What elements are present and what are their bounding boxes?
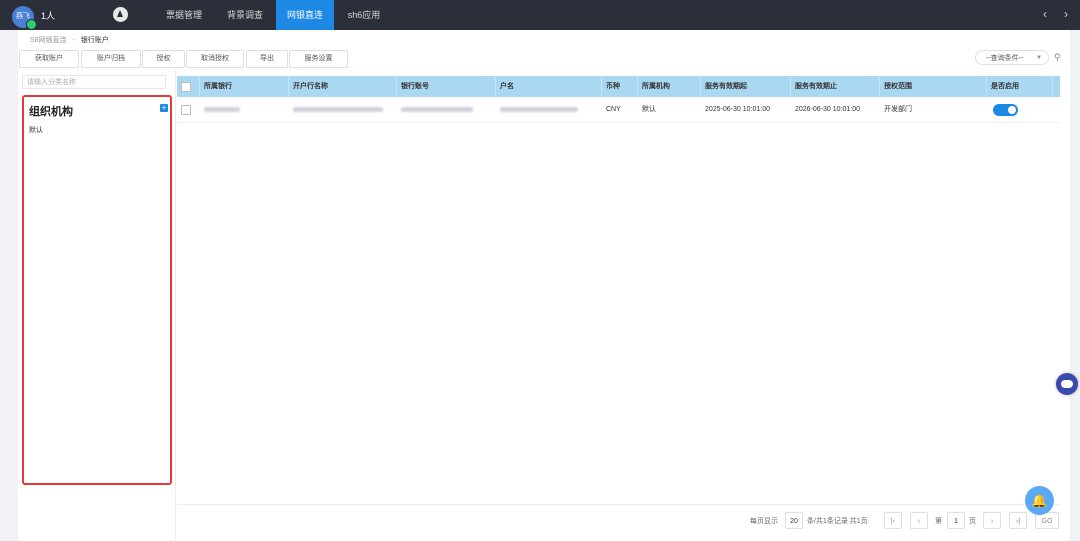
query-condition-select[interactable]: --查询条件-- ▼	[975, 50, 1049, 65]
revoke-authorization-button[interactable]: 取消授权	[186, 50, 244, 68]
bell-icon[interactable]: 🔔	[1025, 486, 1054, 515]
search-icon[interactable]: ⚲	[1054, 52, 1061, 63]
cell-service-end: 2026-06-30 10:01:00	[795, 106, 860, 113]
select-all-cell	[177, 76, 200, 97]
prev-page-icon[interactable]: ‹	[910, 512, 928, 529]
column-header-account-no[interactable]: 银行账号	[397, 76, 496, 97]
breadcrumb: S8网银直连 - 银行账户	[30, 35, 109, 45]
authorize-button[interactable]: 授权	[142, 50, 185, 68]
org-tree-panel: 组织机构 + 默认	[22, 95, 172, 485]
column-header-currency[interactable]: 币种	[602, 76, 638, 97]
cell-bank	[200, 97, 289, 122]
pager-divider	[177, 504, 1060, 505]
cell-service-start: 2025-06-30 10:01:00	[705, 106, 770, 113]
column-header-org[interactable]: 所属机构	[638, 76, 701, 97]
caret-down-icon: ▼	[1036, 55, 1042, 61]
breadcrumb-current: 银行账户	[80, 37, 109, 44]
org-tree-title: 组织机构	[29, 106, 73, 118]
query-condition-value: --查询条件--	[986, 55, 1024, 62]
redacted-branch	[293, 106, 383, 112]
cell-org: 默认	[642, 106, 656, 113]
assistant-bot-icon[interactable]	[1056, 373, 1078, 395]
page-number-input[interactable]: 1	[947, 512, 965, 529]
tab-bank-direct-connect[interactable]: 网银直连	[276, 0, 334, 30]
user-name[interactable]: 1人	[41, 9, 55, 22]
top-bar: 燕飞 1人 票据管理 背景调查 网银直连 sh6应用 ‹ ›	[0, 0, 1080, 30]
cell-branch	[289, 97, 397, 122]
chevron-right-icon[interactable]: ›	[1064, 7, 1068, 21]
table-header: 所属银行 开户行名称 银行账号 户名 币种 所属机构 服务有效期起 服务有效期止…	[177, 76, 1060, 97]
table-row[interactable]: CNY 默认 2025-06-30 10:01:00 2026-06-30 10…	[177, 97, 1060, 123]
column-header-account-name[interactable]: 户名	[496, 76, 602, 97]
next-page-icon[interactable]: ›	[983, 512, 1001, 529]
tab-sh6-app[interactable]: sh6应用	[334, 0, 394, 30]
plus-square-icon[interactable]: +	[160, 104, 168, 112]
tab-bill-management[interactable]: 票据管理	[154, 0, 214, 30]
tab-background-check[interactable]: 背景调查	[214, 0, 276, 30]
first-page-icon[interactable]: |‹	[884, 512, 902, 529]
cell-account-no	[397, 97, 496, 122]
panel-divider	[175, 70, 176, 541]
record-summary: 条/共1条记录 共1页	[807, 518, 868, 525]
chevron-left-icon[interactable]: ‹	[1043, 7, 1047, 21]
app-logo-icon[interactable]	[113, 7, 128, 22]
service-settings-button[interactable]: 服务设置	[289, 50, 348, 68]
column-header-service-end[interactable]: 服务有效期止	[791, 76, 880, 97]
cell-currency: CNY	[606, 106, 621, 113]
fetch-accounts-button[interactable]: 获取账户	[19, 50, 79, 68]
redacted-bank	[204, 106, 240, 112]
category-search-input[interactable]: 请输入分类名称	[22, 75, 166, 89]
online-status-icon	[26, 19, 37, 30]
column-header-branch[interactable]: 开户行名称	[289, 76, 397, 97]
archive-accounts-button[interactable]: 账户归档	[81, 50, 141, 68]
page-label: 第	[935, 518, 942, 525]
row-checkbox[interactable]	[181, 105, 191, 115]
cell-auth-scope: 开发部门	[884, 106, 912, 113]
breadcrumb-separator: -	[72, 37, 75, 44]
column-header-bank[interactable]: 所属银行	[200, 76, 289, 97]
redacted-account-no	[401, 106, 473, 112]
column-header-auth-scope[interactable]: 授权范围	[880, 76, 987, 97]
cell-account-name	[496, 97, 602, 122]
column-header-service-start[interactable]: 服务有效期起	[701, 76, 791, 97]
last-page-icon[interactable]: ›|	[1009, 512, 1027, 529]
breadcrumb-parent[interactable]: S8网银直连	[30, 37, 67, 44]
per-page-label: 每页显示	[750, 518, 778, 525]
main-content: S8网银直连 - 银行账户 获取账户 账户归档 授权 取消授权 导出 服务设置 …	[18, 30, 1070, 541]
enabled-toggle[interactable]	[993, 104, 1018, 116]
page-suffix: 页	[969, 518, 976, 525]
column-header-enabled[interactable]: 是否启用	[987, 76, 1053, 97]
select-all-checkbox[interactable]	[181, 82, 191, 92]
export-button[interactable]: 导出	[246, 50, 288, 68]
tree-node-default[interactable]: 默认	[29, 125, 43, 135]
per-page-input[interactable]: 20	[785, 512, 803, 529]
row-select-cell	[177, 97, 200, 122]
redacted-account-name	[500, 106, 578, 112]
